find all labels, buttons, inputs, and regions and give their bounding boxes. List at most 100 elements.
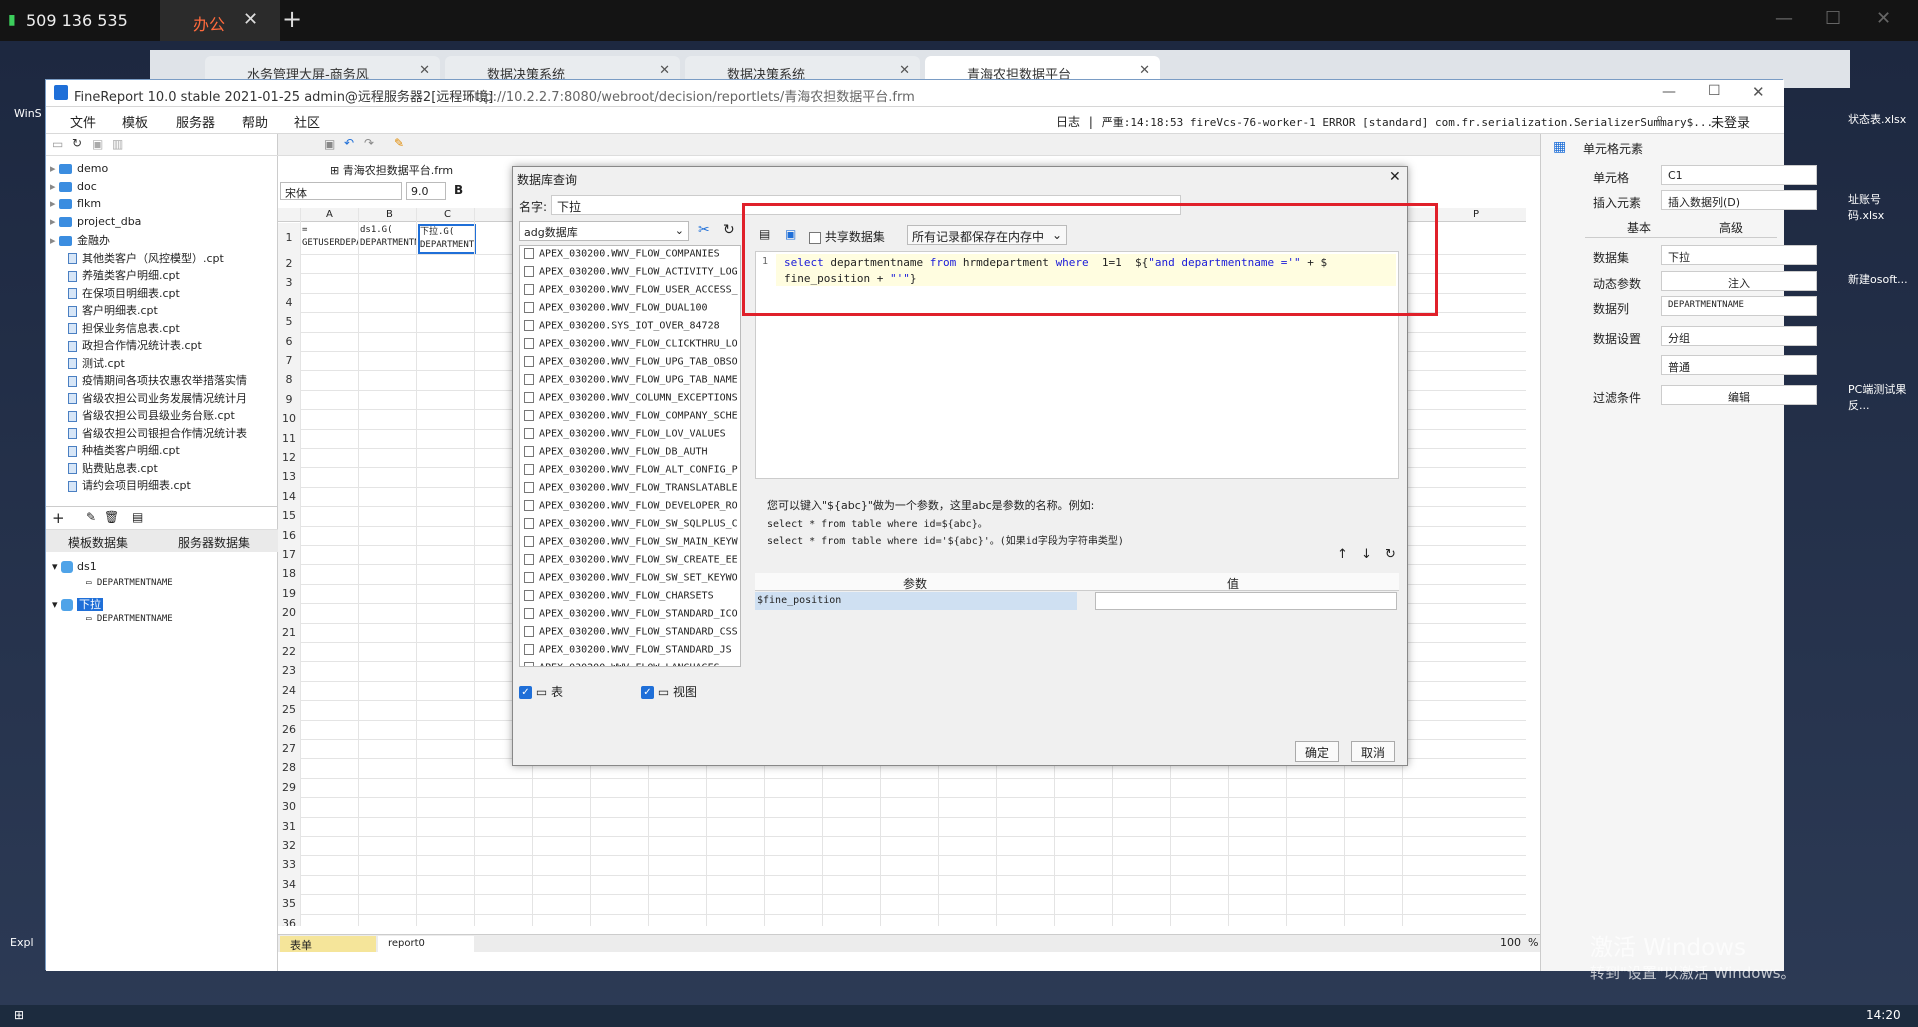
table-item[interactable]: APEX_030200.SYS_IOT_OVER_84728 (520, 318, 740, 336)
row-header[interactable]: 28 (278, 758, 300, 778)
minimize-icon[interactable]: — (1775, 8, 1793, 29)
table-item[interactable]: APEX_030200.WWV_FLOW_USER_ACCESS_ (520, 282, 740, 300)
desktop-file-label[interactable]: 状态表.xlsx (1848, 111, 1908, 127)
filter-edit-button[interactable]: 编辑 (1661, 385, 1817, 405)
table-item[interactable]: APEX_030200.WWV_FLOW_LOV_VALUES (520, 426, 740, 444)
row-header[interactable]: 7 (278, 351, 300, 371)
lock-icon[interactable]: ▣ (92, 137, 103, 151)
column-header-c[interactable]: C (444, 209, 451, 220)
table-item[interactable]: APEX_030200.WWV_FLOW_DEVELOPER_RO (520, 498, 740, 516)
preview-icon[interactable]: ▤ (759, 227, 770, 241)
table-item[interactable]: APEX_030200.WWV_FLOW_SW_CREATE_EE (520, 552, 740, 570)
close-window-icon[interactable]: ✕ (1876, 8, 1891, 29)
refresh-icon[interactable]: ↻ (72, 136, 82, 150)
connection-settings-icon[interactable]: ✂ (698, 222, 710, 238)
database-select[interactable]: adg数据库 ⌄ (519, 221, 689, 241)
close-icon[interactable]: ✕ (1752, 83, 1765, 101)
desktop-icon-label[interactable]: WinS (14, 107, 42, 120)
row-header[interactable]: 35 (278, 894, 300, 914)
table-checkbox[interactable]: ✓ ▭ 表 (519, 683, 563, 700)
delete-icon[interactable]: ▥ (112, 137, 123, 151)
row-header[interactable]: 11 (278, 428, 300, 448)
row-header[interactable]: 14 (278, 486, 300, 507)
row-header[interactable]: 16 (278, 525, 300, 545)
tree-file[interactable]: 在保项目明细表.cpt (46, 285, 276, 303)
chevron-right-icon[interactable]: ▸ (50, 180, 59, 193)
row-header[interactable]: 13 (278, 467, 300, 487)
setting-select[interactable]: 分组 (1661, 326, 1817, 346)
add-icon[interactable]: + (52, 509, 65, 527)
table-item[interactable]: APEX_030200.WWV_FLOW_SW_SET_KEYWO (520, 570, 740, 588)
ok-button[interactable]: 确定 (1295, 741, 1339, 762)
save-icon[interactable]: ▣ (785, 227, 796, 241)
row-header[interactable]: 36 (278, 913, 300, 926)
param-value-input[interactable] (1095, 592, 1397, 610)
row-header[interactable]: 22 (278, 642, 300, 662)
row-header[interactable]: 12 (278, 448, 300, 468)
tree-file[interactable]: 种植类客户明细.cpt (46, 442, 276, 460)
row-header[interactable]: 18 (278, 564, 300, 584)
chevron-right-icon[interactable]: ▸ (50, 234, 59, 247)
chevron-right-icon[interactable]: ▸ (50, 162, 59, 175)
zoom-value[interactable]: 100 (1500, 936, 1521, 949)
column-select[interactable]: DEPARTMENTNAME (1661, 296, 1817, 316)
row-header[interactable]: 32 (278, 836, 300, 856)
delete-icon[interactable]: 🗑 (104, 510, 119, 524)
tab-basic[interactable]: 基本 (1627, 219, 1651, 236)
menu-community[interactable]: 社区 (294, 112, 320, 131)
menu-help[interactable]: 帮助 (242, 112, 268, 131)
dataset-dropdown[interactable]: ▾ 下拉 (52, 596, 104, 612)
tree-file[interactable]: 请约会项目明细表.cpt (46, 477, 276, 495)
row-header[interactable]: 24 (278, 680, 300, 701)
row-header[interactable]: 17 (278, 545, 300, 565)
column-header-b[interactable]: B (386, 209, 393, 220)
param-name-cell[interactable]: $fine_position (755, 592, 1077, 610)
menu-file[interactable]: 文件 (70, 112, 96, 131)
row-header[interactable]: 5 (278, 312, 300, 332)
tree-file[interactable]: 担保业务信息表.cpt (46, 320, 276, 338)
setting-select-2[interactable]: 普通 (1661, 355, 1817, 375)
tree-file[interactable]: 养殖类客户明细.cpt (46, 267, 276, 285)
dataset-field[interactable]: ▭ DEPARTMENTNAME (86, 614, 173, 624)
tree-file[interactable]: 疫情期间各项扶农惠农举措落实情 (46, 372, 276, 390)
dataset-select[interactable]: 下拉 (1661, 245, 1817, 265)
refresh-params-icon[interactable]: ↻ (1385, 547, 1396, 562)
row-header[interactable]: 2 (278, 254, 300, 274)
chevron-right-icon[interactable]: ▸ (50, 197, 59, 210)
inject-button[interactable]: 注入 (1661, 271, 1817, 291)
tree-file[interactable]: 省级农担公司银担合作情况统计表 (46, 425, 276, 443)
table-item[interactable]: APEX_030200.WWV_FLOW_TRANSLATABLE (520, 480, 740, 498)
menu-server[interactable]: 服务器 (176, 112, 215, 131)
table-item[interactable]: APEX_030200.WWV_FLOW_SW_SQLPLUS_C (520, 516, 740, 534)
desktop-icon-label[interactable]: Expl (10, 936, 34, 949)
table-item[interactable]: APEX_030200.WWV_FLOW_STANDARD_ICO (520, 606, 740, 624)
add-tab-button[interactable]: + (282, 5, 302, 33)
table-item[interactable]: APEX_030200.WWV_FLOW_UPG_TAB_NAME (520, 372, 740, 390)
table-item[interactable]: APEX_030200.WWV_FLOW_COMPANY_SCHE (520, 408, 740, 426)
tab-advanced[interactable]: 高级 (1719, 219, 1743, 236)
new-folder-icon[interactable]: ▭ (52, 137, 63, 151)
row-header[interactable]: 23 (278, 661, 300, 681)
table-item[interactable]: APEX_030200.WWV_FLOW_STANDARD_CSS (520, 624, 740, 642)
column-header-p[interactable]: P (1473, 209, 1479, 220)
row-header[interactable]: 26 (278, 719, 300, 739)
param-row[interactable]: $fine_position (755, 592, 1399, 610)
table-item[interactable]: APEX_030200.WWV_FLOW_LANGUAGES (520, 660, 740, 666)
sheet-tab-report0[interactable]: report0 (378, 936, 474, 952)
edit-icon[interactable]: ✎ (86, 510, 96, 524)
close-icon[interactable]: ✕ (243, 9, 258, 30)
sheet-tab-form[interactable]: 表单 (280, 936, 376, 952)
row-header[interactable]: 29 (278, 777, 300, 798)
table-item[interactable]: APEX_030200.WWV_FLOW_ACTIVITY_LOG (520, 264, 740, 282)
row-header[interactable]: 27 (278, 739, 300, 759)
cell-c1[interactable]: 下拉.G(DEPARTMENT (418, 224, 476, 254)
tree-file[interactable]: 省级农担公司业务发展情况统计月 (46, 390, 276, 408)
menu-template[interactable]: 模板 (122, 112, 148, 131)
layout-icon[interactable]: ▦ (1553, 139, 1566, 155)
row-header[interactable]: 33 (278, 855, 300, 875)
row-header[interactable]: 31 (278, 816, 300, 836)
dataset-field[interactable]: ▭ DEPARTMENTNAME (86, 578, 173, 588)
tree-file[interactable]: 政担合作情况统计表.cpt (46, 337, 276, 355)
undo-icon[interactable]: ↶ (344, 136, 354, 150)
row-header[interactable]: 9 (278, 389, 300, 410)
